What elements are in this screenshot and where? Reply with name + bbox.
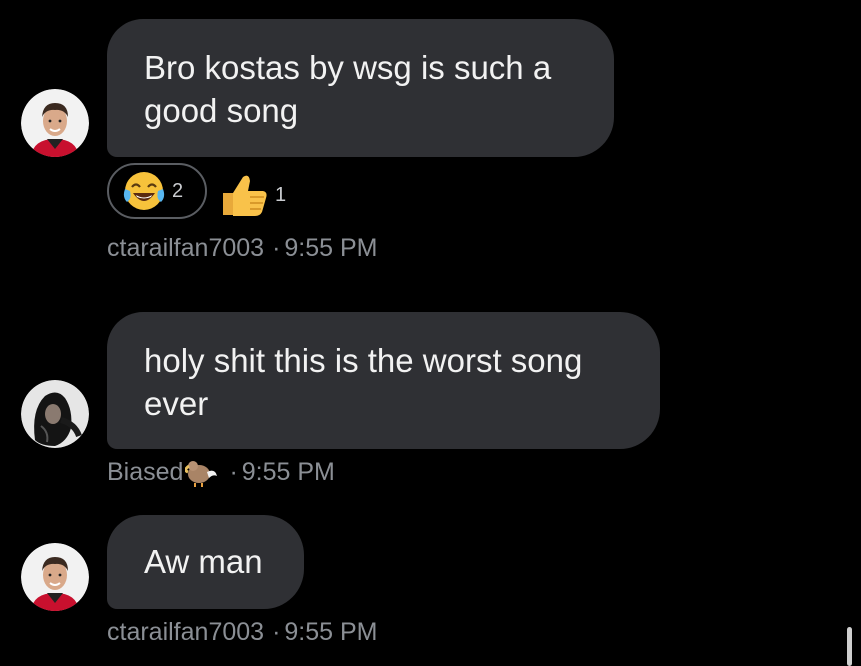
timestamp: 9:55 PM xyxy=(241,457,335,486)
avatar-ctarailfan7003[interactable] xyxy=(21,89,89,157)
avatar-ctarailfan7003[interactable] xyxy=(21,543,89,611)
author-name[interactable]: Biased xyxy=(107,458,183,487)
reaction-count: 2 xyxy=(172,179,184,202)
message-text: Bro kostas by wsg is such a good song xyxy=(144,49,552,129)
scrollbar[interactable] xyxy=(847,627,852,666)
reaction-count: 1 xyxy=(275,183,287,206)
author-name[interactable]: ctarailfan7003 xyxy=(107,618,264,647)
avatar-biased[interactable] xyxy=(21,380,89,448)
message-meta: ctarailfan7003 · 9:55 PM xyxy=(107,618,378,647)
separator: · xyxy=(229,457,238,486)
reaction-thumbs-up[interactable]: 1 xyxy=(219,171,286,219)
message-meta: ctarailfan7003 · 9:55 PM xyxy=(107,234,378,263)
message-text: holy shit this is the worst song ever xyxy=(144,342,583,422)
reaction-laugh[interactable]: 2 xyxy=(107,163,207,219)
separator: · xyxy=(272,618,281,646)
message-meta: Biased · 9:55 PM xyxy=(107,456,335,488)
author-name[interactable]: ctarailfan7003 xyxy=(107,234,264,263)
message-bubble[interactable]: Bro kostas by wsg is such a good song xyxy=(107,19,614,157)
laughing-crying-emoji-icon xyxy=(122,169,166,213)
separator: · xyxy=(272,234,281,262)
timestamp: 9:55 PM xyxy=(284,618,378,646)
message-bubble[interactable]: holy shit this is the worst song ever xyxy=(107,312,660,449)
message-text: Aw man xyxy=(144,543,263,580)
message-bubble[interactable]: Aw man xyxy=(107,515,304,609)
thumbs-up-emoji-icon xyxy=(219,171,269,219)
timestamp: 9:55 PM xyxy=(284,234,378,262)
dodo-emoji-icon xyxy=(184,456,221,488)
